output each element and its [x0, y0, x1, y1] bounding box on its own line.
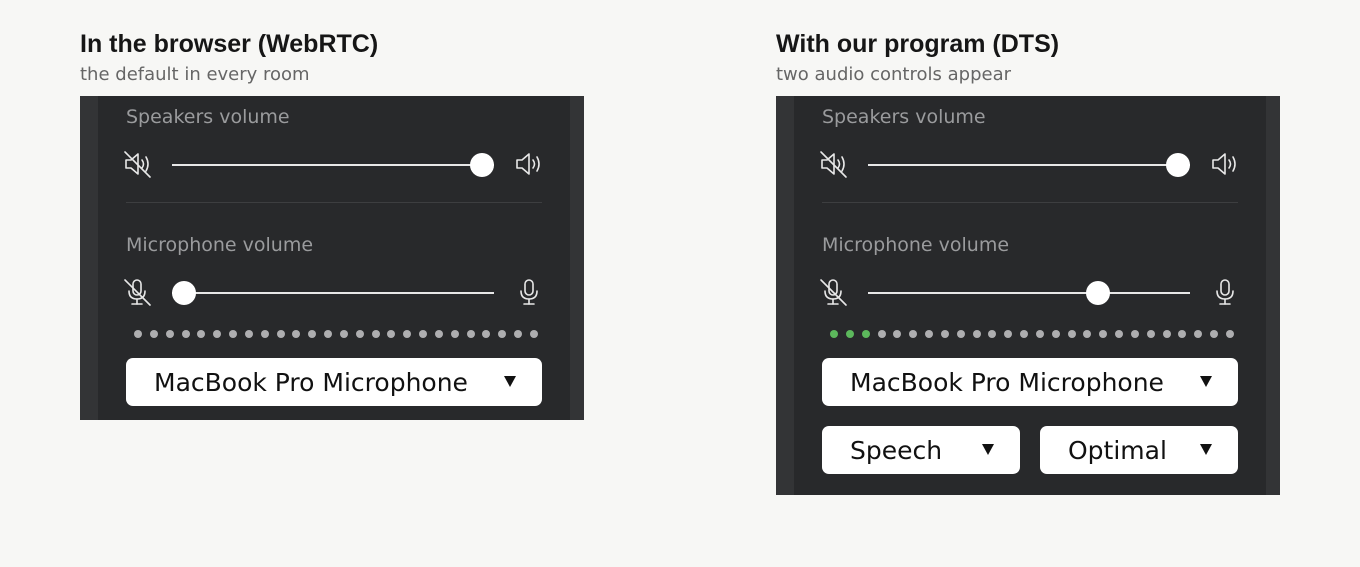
meter-dot [1194, 330, 1203, 338]
meter-dot [909, 330, 918, 338]
dropdown-arrow-icon [1200, 376, 1212, 387]
microphone-volume-label: Microphone volume [126, 234, 314, 256]
speakers-volume-label: Speakers volume [822, 106, 986, 128]
mic-icon[interactable] [1210, 277, 1240, 307]
meter-dot [403, 330, 412, 338]
dropdown-arrow-icon [504, 376, 516, 387]
meter-dot [1020, 330, 1029, 338]
meter-dot [877, 330, 886, 338]
meter-dot [165, 330, 174, 338]
speaker-loud-icon[interactable] [1210, 149, 1240, 179]
meter-dot [1083, 330, 1092, 338]
slider-thumb[interactable] [1166, 153, 1190, 177]
slider-track [172, 164, 494, 166]
meter-dot [1146, 330, 1155, 338]
meter-dot [229, 330, 238, 338]
audio-mode-select[interactable]: Speech [822, 426, 1020, 474]
meter-dot [1210, 330, 1219, 338]
meter-dot [308, 330, 317, 338]
meter-dot [925, 330, 934, 338]
mic-muted-icon[interactable] [122, 277, 152, 307]
selected-mode: Speech [850, 436, 943, 465]
speakers-volume-slider[interactable] [172, 153, 494, 177]
speaker-loud-icon[interactable] [514, 149, 544, 179]
meter-dot [893, 330, 902, 338]
slider-track [172, 292, 494, 294]
column-title: With our program (DTS) [776, 30, 1060, 58]
meter-dot [498, 330, 507, 338]
meter-dot [530, 330, 538, 338]
meter-dot [387, 330, 396, 338]
slider-track [868, 292, 1190, 294]
meter-dot [1115, 330, 1124, 338]
mic-muted-icon[interactable] [818, 277, 848, 307]
speaker-muted-icon[interactable] [122, 149, 152, 179]
section-divider [822, 202, 1238, 203]
meter-dot [514, 330, 523, 338]
meter-dot [1162, 330, 1171, 338]
mic-level-meter [830, 330, 1234, 338]
meter-dot [1004, 330, 1013, 338]
microphone-volume-label: Microphone volume [822, 234, 1010, 256]
meter-dot [292, 330, 301, 338]
meter-dot [276, 330, 285, 338]
microphone-volume-slider[interactable] [172, 281, 494, 305]
meter-dot [419, 330, 428, 338]
meter-dot [1051, 330, 1060, 338]
microphone-volume-slider[interactable] [868, 281, 1190, 305]
slider-thumb[interactable] [1085, 281, 1110, 305]
meter-dot [1067, 330, 1076, 338]
microphone-device-select[interactable]: MacBook Pro Microphone [126, 358, 542, 406]
slider-thumb[interactable] [172, 281, 196, 305]
speakers-volume-slider[interactable] [868, 153, 1190, 177]
slider-thumb[interactable] [470, 153, 494, 177]
meter-dot [482, 330, 491, 338]
meter-dot [845, 330, 854, 338]
dropdown-arrow-icon [982, 444, 994, 455]
meter-dot [972, 330, 981, 338]
meter-dot [988, 330, 997, 338]
slider-track [868, 164, 1190, 166]
audio-panel: Speakers volume Microphone volume MacBoo… [776, 96, 1280, 495]
dropdown-arrow-icon [1200, 444, 1212, 455]
meter-dot [830, 330, 838, 338]
meter-dot [1178, 330, 1187, 338]
meter-dot [213, 330, 222, 338]
meter-dot [355, 330, 364, 338]
meter-dot [149, 330, 158, 338]
speaker-muted-icon[interactable] [818, 149, 848, 179]
meter-dot [260, 330, 269, 338]
audio-panel: Speakers volume Microphone volume MacBoo… [80, 96, 584, 420]
meter-dot [197, 330, 206, 338]
meter-dot [1099, 330, 1108, 338]
column-subtitle: the default in every room [80, 64, 310, 85]
mic-icon[interactable] [514, 277, 544, 307]
meter-dot [434, 330, 443, 338]
section-divider [126, 202, 542, 203]
mic-level-meter [134, 330, 538, 338]
meter-dot [861, 330, 870, 338]
column-title: In the browser (WebRTC) [80, 30, 379, 58]
meter-dot [956, 330, 965, 338]
microphone-device-select[interactable]: MacBook Pro Microphone [822, 358, 1238, 406]
meter-dot [466, 330, 475, 338]
meter-dot [324, 330, 333, 338]
meter-dot [181, 330, 190, 338]
meter-dot [1035, 330, 1044, 338]
meter-dot [134, 330, 142, 338]
meter-dot [450, 330, 459, 338]
selected-device: MacBook Pro Microphone [850, 368, 1164, 397]
selected-quality: Optimal [1068, 436, 1167, 465]
selected-device: MacBook Pro Microphone [154, 368, 468, 397]
audio-quality-select[interactable]: Optimal [1040, 426, 1238, 474]
meter-dot [339, 330, 348, 338]
speakers-volume-label: Speakers volume [126, 106, 290, 128]
meter-dot [1130, 330, 1139, 338]
meter-dot [244, 330, 253, 338]
meter-dot [940, 330, 949, 338]
meter-dot [1226, 330, 1234, 338]
meter-dot [371, 330, 380, 338]
column-subtitle: two audio controls appear [776, 64, 1011, 85]
